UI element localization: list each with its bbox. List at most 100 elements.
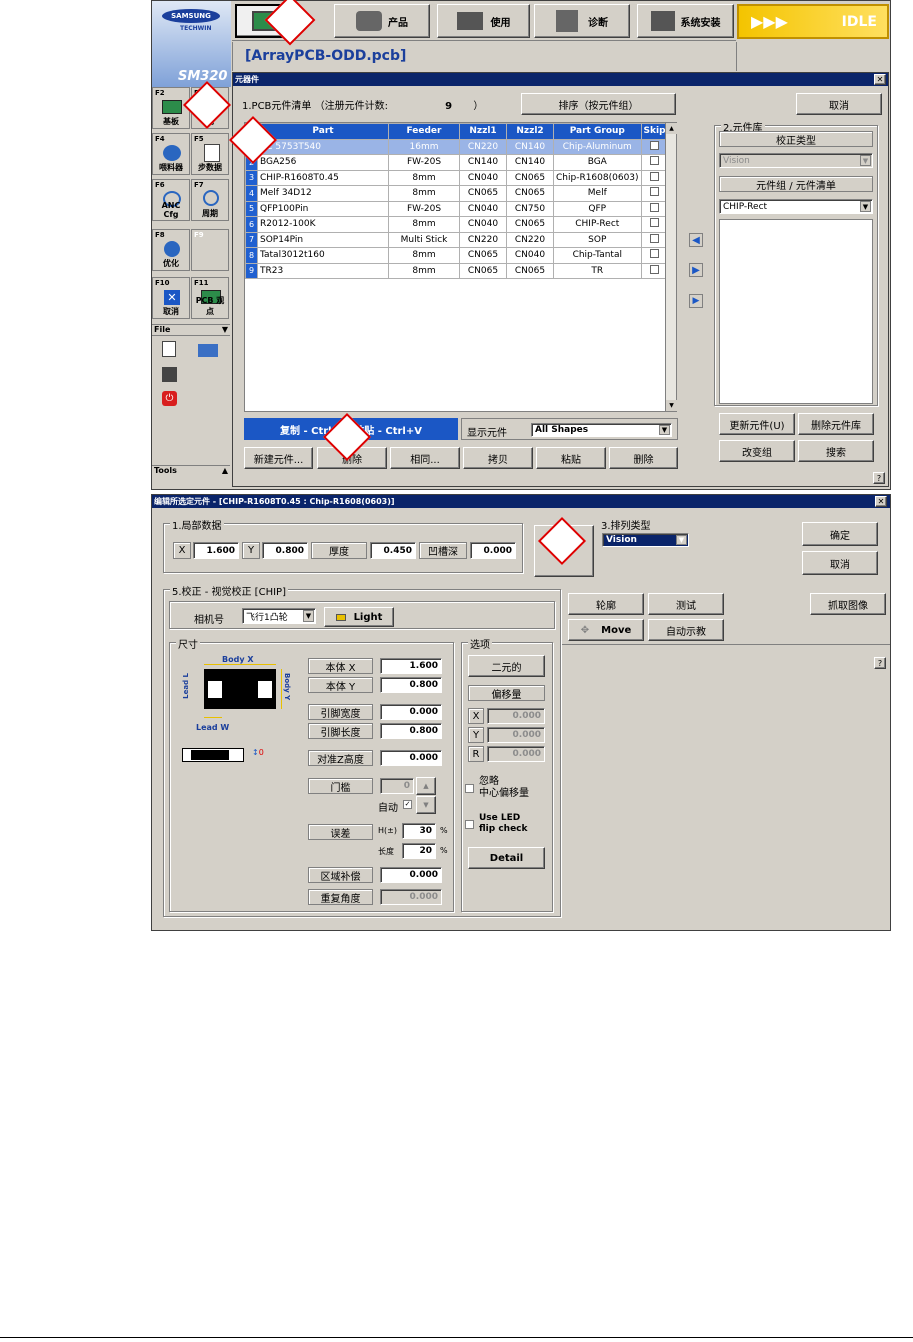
threshold-up-button[interactable]: ▲ [416,777,436,795]
delete-library-button[interactable]: 删除元件库 [798,413,874,435]
local-x-input[interactable]: 1.600 [193,542,239,559]
table-row[interactable]: 5 QFP100Pin FW-20S CN040 CN750 QFP [245,200,669,217]
skip-checkbox[interactable] [650,171,660,181]
cell-nzzl1[interactable]: CN220 [459,138,507,155]
cell-feeder[interactable]: FW-20S [388,154,460,171]
cell-part[interactable]: BGA256 [257,154,389,171]
cell-part[interactable]: Melf 34D12 [257,185,389,202]
row-index[interactable]: 6 [245,216,258,233]
cell-feeder[interactable]: 8mm [388,247,460,264]
pocket-depth-input[interactable]: 0.000 [470,542,516,559]
skip-checkbox[interactable] [650,187,660,197]
column-header-skip[interactable]: Skip [640,123,669,140]
menu-diagnose-button[interactable]: 诊断 [534,4,630,38]
cell-nzzl2[interactable]: CN065 [506,262,554,279]
table-row[interactable]: 9 TR23 8mm CN065 CN065 TR [245,262,669,279]
cell-part-group[interactable]: TR [553,262,642,279]
cell-nzzl2[interactable]: CN140 [506,138,554,155]
table-row[interactable]: 8 Tatal3012t160 8mm CN065 CN040 Chip-Tantal [245,247,669,264]
new-file-icon[interactable] [162,341,176,357]
power-icon[interactable]: ⏻ [162,391,177,406]
cell-feeder[interactable]: 8mm [388,216,460,233]
lead-width-input[interactable]: 0.000 [380,704,442,720]
cell-nzzl1[interactable]: CN040 [459,200,507,217]
column-header-feeder[interactable]: Feeder [388,123,460,140]
row-index[interactable]: 5 [245,200,258,217]
skip-checkbox[interactable] [650,264,660,274]
file-section-header[interactable]: File ▼ [152,324,230,336]
detail-button[interactable]: Detail [468,847,545,869]
table-row[interactable]: 7 SOP14Pin Multi Stick CN220 CN220 SOP [245,231,669,248]
cell-nzzl1[interactable]: CN065 [459,185,507,202]
change-group-button[interactable]: 改变组 [719,440,795,462]
cell-nzzl1[interactable]: CN220 [459,231,507,248]
fkey-f4-feeder[interactable]: F4 喂料器 [152,133,190,175]
cell-feeder[interactable]: 8mm [388,169,460,186]
test-button[interactable]: 测试 [648,593,724,615]
row-index[interactable]: 4 [245,185,258,202]
ok-button[interactable]: 确定 [802,522,878,546]
cell-part-group[interactable]: Chip-Tantal [553,247,642,264]
menu-system-setup-button[interactable]: 系统安装 [637,4,734,38]
copy-button[interactable]: 拷贝 [463,447,533,469]
save-disk-icon[interactable] [162,367,177,382]
cell-part-group[interactable]: BGA [553,154,642,171]
skip-checkbox[interactable] [650,249,660,259]
cell-part-group[interactable]: CHIP-Rect [553,216,642,233]
ignore-center-offset-checkbox[interactable] [465,784,474,793]
cell-nzzl2[interactable]: CN220 [506,231,554,248]
array-type-select[interactable]: Vision ▼ [602,533,689,547]
grab-image-button[interactable]: 抓取图像 [810,593,886,615]
cell-part-group[interactable]: Chip-R1608(0603) [553,169,642,186]
skip-checkbox[interactable] [650,202,660,212]
cell-nzzl2[interactable]: CN065 [506,169,554,186]
scroll-up-arrow-icon[interactable]: ▲ [666,123,677,134]
delete-button[interactable]: 删除 [609,447,678,469]
part-group-select[interactable]: CHIP-Rect ▼ [719,199,873,214]
fkey-f11-pcb-view[interactable]: F11 PCB 观点 [191,277,229,319]
row-index[interactable]: 3 [245,169,258,186]
cell-part-group[interactable]: Chip-Aluminum [553,138,642,155]
column-header-part[interactable]: Part [257,123,389,140]
lead-length-input[interactable]: 0.800 [380,723,442,739]
fkey-f2-board[interactable]: F2 基板 [152,87,190,129]
tools-section-header[interactable]: Tools ▲ [152,465,230,477]
skip-checkbox[interactable] [650,218,660,228]
region-comp-input[interactable]: 0.000 [380,867,442,883]
cell-nzzl1[interactable]: CN140 [459,154,507,171]
cell-nzzl1[interactable]: CN040 [459,216,507,233]
cell-nzzl2[interactable]: CN750 [506,200,554,217]
table-row[interactable]: 1CC 5753T54016mmCN220CN140Chip-Aluminum [245,138,669,155]
binary-button[interactable]: 二元的 [468,655,545,677]
fkey-f7-cycle[interactable]: F7 周期 [191,179,229,221]
cell-feeder[interactable]: 16mm [388,138,460,155]
menu-products-button[interactable]: 产品 [334,4,430,38]
library-list-box[interactable] [719,219,873,404]
sort-by-group-button[interactable]: 排序（按元件组） [521,93,676,115]
cell-nzzl1[interactable]: CN065 [459,247,507,264]
cell-part[interactable]: CHIP-R1608T0.45 [257,169,389,186]
threshold-down-button[interactable]: ▼ [416,796,436,814]
components-close-button[interactable]: ✕ [874,74,886,85]
components-help-button[interactable]: ? [873,472,885,484]
cell-part[interactable]: Tatal3012t160 [257,247,389,264]
cell-part[interactable]: SOP14Pin [257,231,389,248]
fkey-f9-empty[interactable]: F9 [191,229,229,271]
cell-part[interactable]: CC 5753T540 [257,138,389,155]
z-height-input[interactable]: 0.000 [380,750,442,766]
column-header-part-group[interactable]: Part Group [553,123,642,140]
auto-checkbox[interactable]: ✓ [403,800,412,809]
body-y-input[interactable]: 0.800 [380,677,442,693]
fkey-f6-anc[interactable]: F6 ANC Cfg [152,179,190,221]
part-table-scrollbar[interactable]: ▲ ▼ [665,123,677,411]
cell-part-group[interactable]: SOP [553,231,642,248]
skip-checkbox[interactable] [650,156,660,166]
h-tolerance-input[interactable]: 30 [402,823,436,839]
row-index[interactable]: 7 [245,231,258,248]
cell-feeder[interactable]: 8mm [388,262,460,279]
edit-close-button[interactable]: ✕ [875,496,887,507]
cell-part[interactable]: R2012-100K [257,216,389,233]
move-button[interactable]: ✥ Move [568,619,644,641]
row-index[interactable]: 9 [245,262,258,279]
move-right-button[interactable]: ▶ [689,263,703,277]
